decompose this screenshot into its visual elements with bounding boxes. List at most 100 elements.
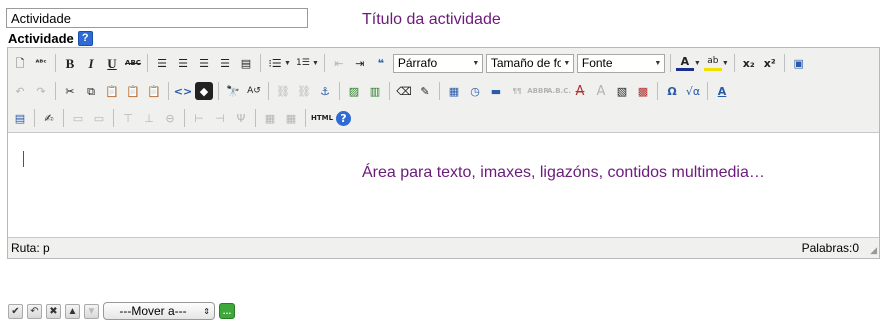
insert-time-icon[interactable]: ◷ [466,82,484,100]
bullet-list-icon[interactable]: ⁝☰ [266,54,284,72]
separator [168,82,169,100]
table-cell-props-icon[interactable]: ▭ [90,109,108,127]
align-justify-icon[interactable]: ☰ [216,54,234,72]
table-row-props-icon[interactable]: ▭ [69,109,87,127]
move-down-icon[interactable]: ▼ [84,303,99,319]
insert-col-after-icon[interactable]: ⊣ [211,109,229,127]
insert-row-before-icon[interactable]: ⊤ [119,109,137,127]
font-family-select[interactable]: Fonte ▼ [576,53,665,73]
delete-row-icon[interactable]: ⊖ [161,109,179,127]
help-icon[interactable]: ? [77,31,93,46]
separator [34,109,35,127]
html-tidy-icon[interactable]: HTML [311,109,333,127]
chevron-down-icon: ▼ [651,54,664,72]
merge-cells-icon[interactable]: ▦ [282,109,300,127]
insert-date-icon[interactable]: ▦ [445,82,463,100]
chevron-down-icon[interactable]: ▼ [312,60,319,67]
find-icon[interactable]: 🔭 [224,82,242,100]
item-controls: ✔ ↶ ✖ ▲ ▼ ---Mover a--- ⇕ … [8,302,235,320]
numbered-list-icon[interactable]: 1☰ [294,54,312,72]
paste-word-icon[interactable]: 📋 [145,82,163,100]
title-annotation: Título da actividade [362,11,501,28]
anchor-icon[interactable]: ⚓ [316,82,334,100]
copy-icon[interactable]: ⧉ [82,82,100,100]
new-document-icon[interactable]: 🗋 [11,54,29,72]
attributes-icon[interactable]: ▧ [613,82,631,100]
chevron-down-icon[interactable]: ▼ [722,60,729,67]
superscript-icon[interactable]: x² [761,54,779,72]
move-up-icon[interactable]: ▲ [65,303,80,319]
indent-icon[interactable]: ⇥ [351,54,369,72]
insert-image-icon[interactable]: ▨ [345,82,363,100]
chevron-down-icon: ▼ [469,54,482,72]
strike-color-icon[interactable]: A [571,82,589,100]
subscript-icon[interactable]: x₂ [740,54,758,72]
layer-icon[interactable]: ▤ [11,109,29,127]
align-left-icon[interactable]: ☰ [153,54,171,72]
check-icon[interactable]: ✔ [8,303,23,319]
font-size-select[interactable]: Tamaño de fon ▼ [485,53,574,73]
template-icon[interactable]: ▩ [634,82,652,100]
remove-format-icon[interactable]: ✎ [416,82,434,100]
special-char-icon[interactable]: Ω [663,82,681,100]
abbreviation-icon[interactable]: ABBR [527,82,548,100]
resize-handle-icon[interactable]: ◢ [870,245,877,256]
html-source-icon[interactable]: <> [174,82,192,100]
area-annotation: Área para texto, imaxes, ligazóns, conti… [362,164,765,181]
redo-icon[interactable]: ↷ [32,82,50,100]
equation-icon[interactable]: √α [684,82,702,100]
format-select[interactable]: Párrafo ▼ [392,53,483,73]
insert-row-after-icon[interactable]: ⊥ [140,109,158,127]
toolbar-row-2: ↶ ↷ ✂ ⧉ 📋 📋 📋 <> ◆ 🔭 A↺ ⛓ ⛓ ⚓ ▨ ▥ ⌫ ✎ ▦ [11,79,731,103]
chevron-down-icon[interactable]: ▼ [284,60,291,67]
insert-media-icon[interactable]: ▥ [366,82,384,100]
undo-icon[interactable]: ↶ [11,82,29,100]
paste-icon[interactable]: 📋 [103,82,121,100]
find-replace-icon[interactable]: A↺ [245,82,263,100]
cleanup-icon[interactable]: ⌫ [395,82,413,100]
rich-text-editor: 🗋 ᴬᴮᶜ B I U ABC ☰ ☰ ☰ ☰ ▤ ⁝☰ ▼ 1☰ ▼ ⇤ ⇥ ❝ … [7,47,880,259]
acronym-icon[interactable]: A.B.C. [547,82,571,100]
delete-col-icon[interactable]: Ψ [232,109,250,127]
separator [305,109,306,127]
align-right-icon[interactable]: ☰ [195,54,213,72]
move-to-select-value: ---Mover a--- [119,304,187,318]
fullscreen-icon[interactable]: ▣ [790,54,808,72]
nonbreaking-icon[interactable]: ¶¶ [508,82,526,100]
font-icon[interactable]: A [592,82,610,100]
chevron-down-icon[interactable]: ▼ [694,60,701,67]
blockquote-icon[interactable]: ❝ [372,54,390,72]
undo-arrow-icon[interactable]: ↶ [27,303,42,319]
spell-language-icon[interactable]: A [713,82,731,100]
editor-content-area[interactable] [8,133,879,237]
delete-icon[interactable]: ✖ [46,303,61,319]
text-color-icon[interactable]: A [675,55,694,71]
insert-col-before-icon[interactable]: ⊢ [190,109,208,127]
activity-title-input[interactable] [6,8,308,28]
bold-icon[interactable]: B [61,54,79,72]
highlight-color-icon[interactable]: ab [703,55,722,71]
separator [218,82,219,100]
cut-icon[interactable]: ✂ [61,82,79,100]
outdent-icon[interactable]: ⇤ [330,54,348,72]
embed-media-icon[interactable]: ◆ [195,82,213,100]
unlink-icon[interactable]: ⛓ [295,82,313,100]
italic-icon[interactable]: I [82,54,100,72]
separator [55,82,56,100]
spellcheck-icon[interactable]: ᴬᴮᶜ [32,54,50,72]
paste-text-icon[interactable]: 📋 [124,82,142,100]
style-icon[interactable]: ▤ [237,54,255,72]
strikethrough-icon[interactable]: ABC [124,54,142,72]
split-cells-icon[interactable]: ▦ [261,109,279,127]
help-circle-icon[interactable]: ? [336,110,351,126]
field-label-text: Actividade [8,31,74,46]
edit-css-icon[interactable]: ✍ [40,109,58,127]
link-icon[interactable]: ⛓ [274,82,292,100]
comment-icon[interactable]: … [219,303,235,319]
separator [113,109,114,127]
horizontal-rule-icon[interactable]: ▬ [487,82,505,100]
separator [669,54,671,72]
move-to-select[interactable]: ---Mover a--- ⇕ [103,302,215,320]
align-center-icon[interactable]: ☰ [174,54,192,72]
underline-icon[interactable]: U [103,54,121,72]
